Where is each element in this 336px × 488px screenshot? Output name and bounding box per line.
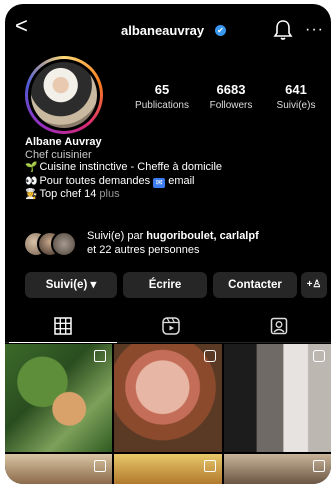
chef-icon: 👩‍🍳 [25, 189, 38, 200]
post-thumbnail[interactable] [5, 454, 112, 484]
follower-avatar [51, 231, 77, 257]
followers-count: 6683 [216, 82, 246, 97]
bio-line-1: 🌱 Cuisine instinctive - Cheffe à domicile [25, 161, 223, 173]
carousel-icon [94, 350, 106, 362]
post-thumbnail[interactable] [114, 344, 222, 452]
stat-posts[interactable]: 65 Publications [129, 82, 195, 111]
followed-by-text: Suivi(e) par hugoriboulet, carlalpf et 2… [87, 230, 259, 256]
bell-icon[interactable] [273, 19, 293, 41]
message-button[interactable]: Écrire [123, 272, 207, 298]
tagged-icon [270, 317, 288, 335]
posts-label: Publications [135, 100, 189, 111]
tab-reels[interactable] [117, 310, 225, 342]
reels-icon [162, 317, 180, 335]
following-label: Suivi(e)s [276, 100, 316, 111]
bio-more-link[interactable]: plus [99, 188, 119, 200]
post-thumbnail[interactable] [114, 454, 222, 484]
reel-icon [204, 350, 216, 362]
profile-username: albaneauvray [121, 23, 205, 38]
followers-label: Followers [209, 100, 253, 111]
more-icon[interactable]: ··· [305, 21, 324, 39]
tab-tagged[interactable] [225, 310, 331, 342]
carousel-icon [313, 350, 325, 362]
followed-by[interactable]: Suivi(e) par hugoriboulet, carlalpf et 2… [23, 229, 323, 259]
posts-count: 65 [154, 82, 170, 97]
post-thumbnail[interactable] [224, 344, 331, 452]
profile-avatar[interactable] [25, 56, 103, 134]
add-user-button[interactable]: +♙ [301, 272, 327, 298]
top-bar: < albaneauvray ✔ ··· [5, 4, 331, 48]
contact-button[interactable]: Contacter [213, 272, 297, 298]
post-thumbnail[interactable] [224, 454, 331, 484]
avatar-image [31, 62, 97, 128]
bio-line-3: 👩‍🍳 Top chef 14 plus [25, 188, 120, 200]
reel-icon [204, 460, 216, 472]
profile-bio: Albane Auvray Chef cuisinier 🌱 Cuisine in… [25, 136, 315, 202]
profile-tabs [5, 310, 331, 343]
back-button[interactable]: < [15, 15, 28, 37]
profile-name: Albane Auvray [25, 136, 102, 148]
following-button[interactable]: Suivi(e) ▾ [25, 272, 117, 298]
bio-line-2: 👀 Pour toutes demandes ✉ email [25, 174, 195, 188]
seedling-icon: 🌱 [25, 162, 38, 173]
profile-category: Chef cuisinier [25, 148, 92, 161]
post-thumbnail[interactable] [5, 344, 112, 452]
reel-icon [94, 460, 106, 472]
grid-icon [54, 317, 72, 335]
posts-grid [5, 344, 331, 484]
email-icon: ✉ [153, 177, 166, 188]
eyes-icon: 👀 [25, 175, 38, 187]
stat-following[interactable]: 641 Suivi(e)s [267, 82, 325, 111]
stat-followers[interactable]: 6683 Followers [199, 82, 263, 111]
following-count: 641 [285, 82, 307, 97]
profile-screen: < albaneauvray ✔ ··· 65 Publications 668… [5, 4, 331, 484]
verified-icon: ✔ [215, 25, 226, 36]
reel-icon [313, 460, 325, 472]
tab-posts-grid[interactable] [9, 310, 117, 343]
